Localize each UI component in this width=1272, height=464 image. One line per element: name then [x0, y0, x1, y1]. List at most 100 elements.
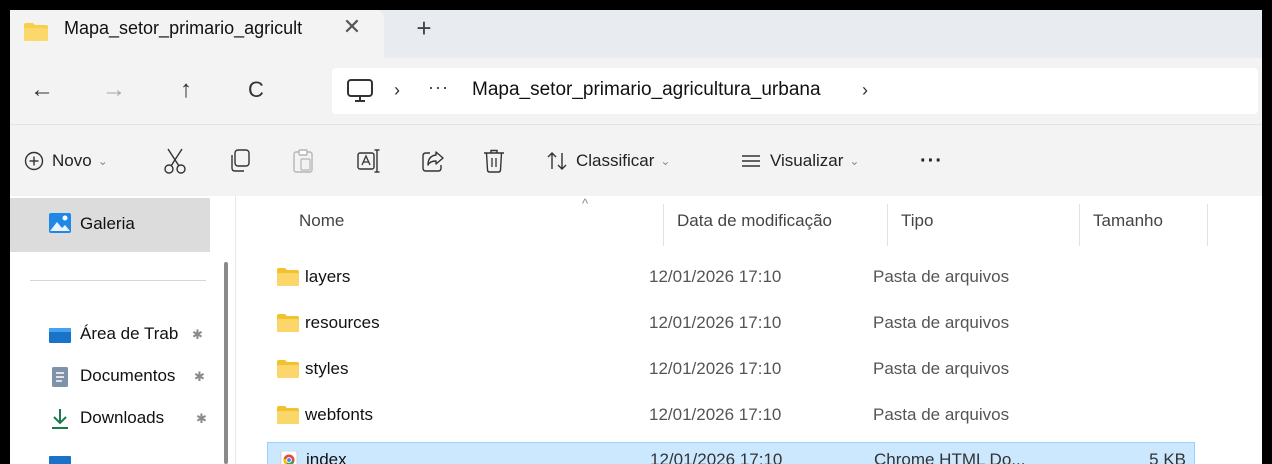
- forward-button[interactable]: →: [96, 72, 132, 108]
- clipboard-icon: [293, 149, 313, 173]
- navigation-pane: Galeria Área de Trab ✱ Documentos ✱ Down…: [10, 196, 236, 464]
- new-button-label: Novo: [52, 151, 92, 170]
- share-button[interactable]: [420, 145, 446, 177]
- column-divider[interactable]: [1207, 204, 1208, 246]
- folder-icon: [277, 360, 299, 378]
- tab-strip: Mapa_setor_primario_agricult ✕ +: [10, 10, 1262, 58]
- nav-item-label: Galeria: [80, 214, 135, 233]
- column-divider[interactable]: [887, 204, 888, 246]
- file-list: ^ Nome Data de modificação Tipo Tamanho …: [237, 196, 1262, 464]
- folder-icon: [277, 314, 299, 332]
- column-header-name[interactable]: Nome: [299, 196, 344, 246]
- nav-item-gallery[interactable]: Galeria: [10, 198, 210, 252]
- nav-divider: [30, 280, 206, 281]
- file-row[interactable]: styles 12/01/2026 17:10 Pasta de arquivo…: [267, 352, 1195, 388]
- folder-icon: [277, 406, 299, 424]
- tab-title: Mapa_setor_primario_agricult: [64, 18, 303, 38]
- file-type: Chrome HTML Do...: [874, 450, 1026, 464]
- cut-button[interactable]: [162, 145, 188, 177]
- file-explorer-window: Mapa_setor_primario_agricult ✕ + ← → ↑ C…: [10, 10, 1262, 464]
- delete-button[interactable]: [482, 145, 506, 177]
- pin-icon: ✱: [192, 327, 203, 342]
- breadcrumb-chevron[interactable]: ›: [862, 80, 868, 101]
- file-size: 5 KB: [1149, 450, 1186, 464]
- command-bar: Novo ⌄ Classificar ⌄ Visualizar ⌄ ···: [10, 124, 1262, 196]
- breadcrumb-overflow-button[interactable]: ···: [428, 77, 449, 98]
- chrome-html-icon: [280, 451, 298, 464]
- column-header-size[interactable]: Tamanho: [1093, 196, 1163, 246]
- pictures-icon: [49, 456, 71, 464]
- sort-indicator-icon: ^: [582, 196, 589, 211]
- view-lines-icon: [742, 155, 760, 167]
- new-button[interactable]: Novo ⌄: [24, 145, 108, 177]
- pin-icon: ✱: [194, 369, 205, 384]
- file-type: Pasta de arquivos: [873, 267, 1010, 286]
- copy-button[interactable]: [228, 145, 252, 177]
- folder-icon: [24, 23, 48, 41]
- nav-item-desktop[interactable]: Área de Trab ✱: [10, 314, 220, 354]
- nav-item-label: Área de Trab: [80, 324, 179, 343]
- plus-circle-icon: [24, 151, 44, 171]
- trash-icon: [484, 149, 504, 173]
- gallery-icon: [49, 213, 71, 233]
- share-icon: [422, 151, 444, 172]
- back-button[interactable]: ←: [24, 72, 60, 108]
- column-header-type[interactable]: Tipo: [901, 196, 933, 246]
- file-name: webfonts: [305, 405, 374, 424]
- chevron-down-icon: ⌄: [849, 154, 860, 168]
- address-row: ← → ↑ C › ··· Mapa_setor_primario_agricu…: [10, 58, 1262, 124]
- file-date: 12/01/2026 17:10: [649, 267, 782, 286]
- more-options-button[interactable]: ···: [920, 145, 943, 177]
- file-type: Pasta de arquivos: [873, 405, 1010, 424]
- file-row[interactable]: layers 12/01/2026 17:10 Pasta de arquivo…: [267, 260, 1195, 296]
- file-date: 12/01/2026 17:10: [650, 450, 783, 464]
- desktop-icon: [49, 328, 71, 343]
- folder-icon: [277, 268, 299, 286]
- tab-current-folder[interactable]: Mapa_setor_primario_agricult ✕: [10, 10, 384, 58]
- file-type: Pasta de arquivos: [873, 359, 1010, 378]
- documents-icon: [52, 367, 68, 387]
- view-button-label: Visualizar: [770, 151, 844, 170]
- rename-icon: [357, 149, 380, 173]
- computer-icon: [347, 79, 373, 102]
- copy-icon: [231, 149, 250, 172]
- sort-arrows-icon: [547, 152, 567, 170]
- file-row[interactable]: webfonts 12/01/2026 17:10 Pasta de arqui…: [267, 398, 1195, 434]
- file-name: resources: [305, 313, 380, 332]
- nav-scrollbar[interactable]: [224, 262, 228, 464]
- more-icon: ···: [920, 149, 943, 172]
- nav-item-downloads[interactable]: Downloads ✱: [10, 398, 220, 438]
- column-divider[interactable]: [663, 204, 664, 246]
- scissors-icon: [164, 148, 186, 174]
- nav-item-documents[interactable]: Documentos ✱: [10, 356, 220, 396]
- chevron-down-icon: ⌄: [660, 154, 671, 168]
- sort-button-label: Classificar: [576, 151, 655, 170]
- rename-button[interactable]: [356, 145, 382, 177]
- file-row-selected[interactable]: index 12/01/2026 17:10 Chrome HTML Do...…: [267, 442, 1195, 464]
- file-date: 12/01/2026 17:10: [649, 405, 782, 424]
- file-date: 12/01/2026 17:10: [649, 313, 782, 332]
- paste-button[interactable]: [292, 145, 314, 177]
- chevron-down-icon: ⌄: [97, 154, 108, 168]
- file-row[interactable]: resources 12/01/2026 17:10 Pasta de arqu…: [267, 306, 1195, 342]
- up-button[interactable]: ↑: [168, 72, 204, 108]
- file-name: index: [306, 450, 347, 464]
- address-bar[interactable]: › ··· Mapa_setor_primario_agricultura_ur…: [332, 68, 1258, 114]
- pin-icon: ✱: [196, 411, 207, 426]
- view-button[interactable]: Visualizar ⌄: [740, 145, 859, 177]
- refresh-button[interactable]: C: [238, 72, 274, 108]
- file-name: layers: [305, 267, 351, 286]
- file-type: Pasta de arquivos: [873, 313, 1010, 332]
- nav-item-partial[interactable]: [10, 442, 220, 464]
- breadcrumb-separator: ›: [394, 80, 400, 100]
- new-tab-button[interactable]: +: [412, 15, 436, 41]
- column-divider[interactable]: [1079, 204, 1080, 246]
- file-name: styles: [305, 359, 349, 378]
- close-icon[interactable]: ✕: [340, 15, 364, 39]
- download-icon: [52, 409, 68, 429]
- column-header-date[interactable]: Data de modificação: [677, 196, 832, 246]
- nav-item-label: Downloads: [80, 408, 165, 427]
- sort-button[interactable]: Classificar ⌄: [546, 145, 670, 177]
- breadcrumb-current-folder[interactable]: Mapa_setor_primario_agricultura_urbana: [472, 79, 821, 101]
- file-date: 12/01/2026 17:10: [649, 359, 782, 378]
